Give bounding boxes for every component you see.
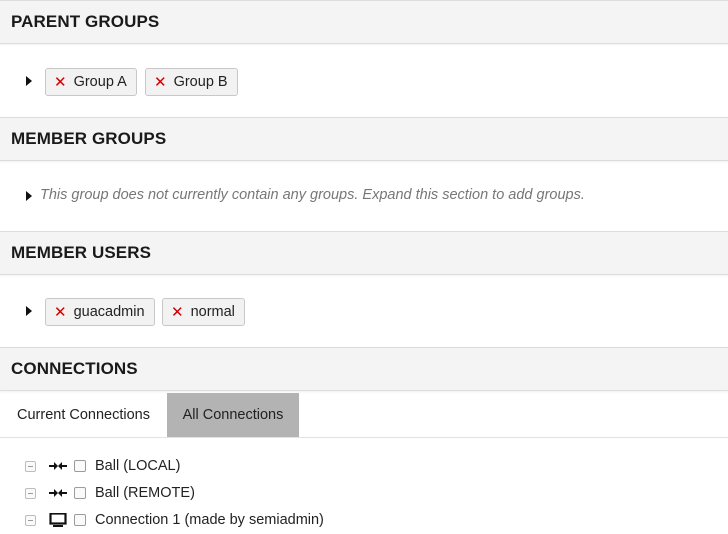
parent-group-chip: ✕ Group A xyxy=(45,68,137,96)
connection-row: Ball (REMOTE) xyxy=(0,483,728,503)
parent-groups-body: ✕ Group A ✕ Group B xyxy=(0,45,728,117)
remove-icon[interactable]: ✕ xyxy=(171,305,184,320)
member-user-chip: ✕ guacadmin xyxy=(45,298,155,326)
group-editor-page: PARENT GROUPS ✕ Group A ✕ Group B MEMBER… xyxy=(0,0,728,534)
plug-icon xyxy=(49,462,67,470)
member-groups-empty-note: This group does not currently contain an… xyxy=(40,187,585,203)
tab-current-connections[interactable]: Current Connections xyxy=(0,393,167,437)
parent-groups-expand-icon[interactable] xyxy=(26,76,32,86)
chip-label: guacadmin xyxy=(73,304,145,320)
member-groups-body: This group does not currently contain an… xyxy=(0,161,728,231)
member-users-body: ✕ guacadmin ✕ normal xyxy=(0,275,728,347)
connection-checkbox[interactable] xyxy=(74,460,86,472)
connections-tree: Ball (LOCAL) Ball (REMOTE) Connection 1 … xyxy=(0,438,728,534)
member-users-header: MEMBER USERS xyxy=(0,231,728,275)
remove-icon[interactable]: ✕ xyxy=(154,75,167,90)
connection-label: Connection 1 (made by semiadmin) xyxy=(95,512,324,528)
connection-checkbox[interactable] xyxy=(74,514,86,526)
plug-icon xyxy=(49,489,67,497)
tab-label: All Connections xyxy=(182,407,284,423)
member-users-title: MEMBER USERS xyxy=(11,243,152,262)
chip-label: Group A xyxy=(73,74,127,90)
parent-groups-header: PARENT GROUPS xyxy=(0,0,728,44)
remove-icon[interactable]: ✕ xyxy=(54,305,67,320)
chip-label: normal xyxy=(190,304,235,320)
collapse-icon[interactable] xyxy=(25,460,36,472)
member-user-chip: ✕ normal xyxy=(162,298,245,326)
monitor-icon xyxy=(49,513,67,527)
collapse-icon[interactable] xyxy=(25,487,36,499)
remove-icon[interactable]: ✕ xyxy=(54,75,67,90)
connection-label: Ball (REMOTE) xyxy=(95,485,195,501)
connections-title: CONNECTIONS xyxy=(11,359,138,378)
tab-label: Current Connections xyxy=(17,407,150,423)
connections-header: CONNECTIONS xyxy=(0,347,728,391)
member-groups-header: MEMBER GROUPS xyxy=(0,117,728,161)
tab-all-connections[interactable]: All Connections xyxy=(167,393,299,437)
chip-label: Group B xyxy=(173,74,228,90)
parent-group-chip: ✕ Group B xyxy=(145,68,238,96)
member-users-expand-icon[interactable] xyxy=(26,306,32,316)
member-groups-title: MEMBER GROUPS xyxy=(11,129,167,148)
connection-checkbox[interactable] xyxy=(74,487,86,499)
connection-row: Connection 1 (made by semiadmin) xyxy=(0,510,728,530)
connection-row: Ball (LOCAL) xyxy=(0,456,728,476)
member-groups-expand-icon[interactable] xyxy=(26,191,32,201)
parent-groups-title: PARENT GROUPS xyxy=(11,12,160,31)
connections-tabs: Current Connections All Connections xyxy=(0,393,728,438)
connection-label: Ball (LOCAL) xyxy=(95,458,181,474)
collapse-icon[interactable] xyxy=(25,514,36,526)
